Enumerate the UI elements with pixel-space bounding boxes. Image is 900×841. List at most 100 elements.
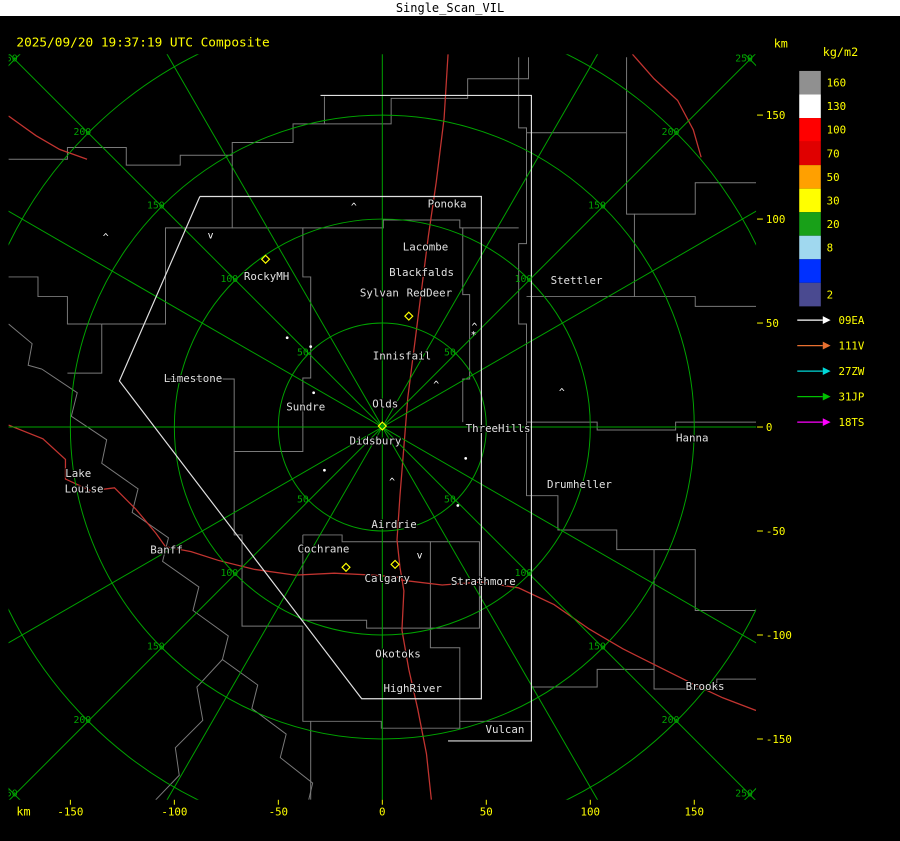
map-point-marker: ^ [433, 380, 439, 391]
range-label: 50 [444, 347, 456, 358]
city-label: Okotoks [375, 648, 420, 661]
timestamp-label: 2025/09/20 19:37:19 UTC Composite [16, 35, 269, 50]
range-label: 50 [297, 347, 309, 358]
city-label: Sundre [286, 400, 325, 413]
app-background [8, 16, 892, 841]
range-label: 50 [444, 495, 456, 506]
axis-tick-label: 150 [685, 805, 704, 818]
legend-units-label: kg/m2 [823, 45, 858, 59]
map-point-marker [309, 345, 313, 348]
city-label: Sylvan [360, 287, 399, 300]
axis-tick-label: 100 [581, 805, 600, 818]
range-label: 250 [0, 53, 18, 64]
range-label: 100 [221, 568, 239, 579]
scale-color-box [799, 188, 821, 213]
map-point-marker: ^ [389, 477, 395, 488]
scale-color-box [799, 282, 821, 307]
range-label: 100 [515, 568, 533, 579]
axis-tick-label: -100 [766, 629, 792, 642]
axis-tick-label: -100 [161, 805, 187, 818]
city-label: Banff [150, 544, 182, 557]
range-label: 150 [147, 642, 165, 653]
axis-tick-label: 50 [766, 317, 779, 330]
scale-color-box [799, 235, 821, 260]
city-label: Blackfalds [389, 266, 454, 279]
window-title-bar: Single_Scan_VIL [0, 0, 900, 16]
city-label: Lacombe [403, 240, 448, 253]
axis-tick-label: 100 [766, 213, 785, 226]
city-label: RockyMH [244, 270, 289, 283]
axis-tick-label: 0 [766, 421, 773, 434]
range-label: 100 [221, 274, 239, 285]
map-point-marker [464, 457, 468, 460]
range-label: 150 [147, 200, 165, 211]
map-point-marker: v [208, 231, 214, 242]
storm-track-id: 111V [838, 340, 864, 353]
axis-tick-label: 150 [766, 109, 785, 122]
storm-track-id: 31JP [838, 391, 864, 404]
scale-value-label: 100 [827, 124, 846, 137]
range-label: 150 [588, 642, 606, 653]
range-label: 200 [73, 715, 91, 726]
scale-value-label: 160 [827, 77, 846, 90]
city-label: Olds [372, 397, 398, 410]
unit-label: km [16, 804, 30, 818]
map-point-marker [312, 391, 316, 395]
range-label: 50 [297, 495, 309, 506]
map-point-marker [456, 504, 460, 507]
city-label: Vulcan [485, 723, 524, 736]
range-label: 200 [662, 127, 680, 138]
city-label: Calgary [364, 572, 410, 585]
scale-value-label: 70 [827, 147, 840, 160]
scale-value-label: 8 [827, 241, 834, 254]
city-label: RedDeer [407, 287, 453, 300]
scale-value-label: 2 [827, 289, 834, 302]
scale-color-box [799, 141, 821, 166]
map-point-marker: ^ [103, 233, 109, 244]
scale-color-box [799, 70, 821, 95]
scale-value-label: 50 [827, 171, 840, 184]
radar-app-window: Single_Scan_VIL 50 100 150 200 250 50 100 150 20… [0, 0, 900, 841]
city-label: Innisfail [373, 349, 431, 362]
city-label: Stettler [551, 274, 603, 287]
axis-tick-label: 50 [480, 805, 493, 818]
scale-color-box [799, 118, 821, 142]
map-point-marker: ^ [351, 202, 357, 213]
map-point-marker [323, 468, 326, 472]
unit-label: km [774, 36, 788, 50]
city-label: Louise [65, 483, 104, 496]
map-point-marker: ^ [559, 388, 565, 399]
city-label: Limestone [164, 372, 222, 385]
city-label: Drumheller [547, 478, 612, 491]
range-label: 250 [735, 789, 753, 800]
city-label: Airdrie [371, 518, 416, 531]
range-label: 200 [73, 127, 91, 138]
city-label: Didsbury [349, 435, 401, 448]
range-label: 150 [588, 200, 606, 211]
scale-value-label: 30 [827, 194, 840, 207]
city-label: Ponoka [428, 197, 467, 210]
storm-track-id: 18TS [838, 416, 864, 429]
scale-color-box [799, 212, 821, 236]
range-label: 250 [735, 53, 753, 64]
map-point-marker: ^ [472, 322, 478, 333]
axis-tick-label: -50 [269, 805, 288, 818]
city-label: Strathmore [451, 575, 516, 588]
radar-display-canvas[interactable]: 5010015020025050100150200250501001502002… [0, 16, 900, 841]
city-label: Hanna [676, 432, 708, 445]
scale-color-box [799, 94, 821, 119]
storm-track-id: 27ZW [838, 365, 864, 378]
storm-track-id: 09EA [838, 314, 864, 327]
axis-tick-label: -150 [57, 805, 83, 818]
scale-color-box [799, 259, 821, 283]
city-label: Cochrane [297, 543, 349, 556]
scale-value-label: 130 [827, 100, 846, 113]
axis-tick-label: -50 [766, 525, 785, 538]
city-label: ThreeHills [466, 422, 531, 435]
range-label: 200 [662, 715, 680, 726]
scale-color-box [799, 165, 821, 189]
city-label: Brooks [686, 680, 725, 693]
city-label: Lake [65, 467, 91, 480]
window-title: Single_Scan_VIL [395, 1, 505, 15]
axis-tick-label: 0 [379, 805, 386, 818]
